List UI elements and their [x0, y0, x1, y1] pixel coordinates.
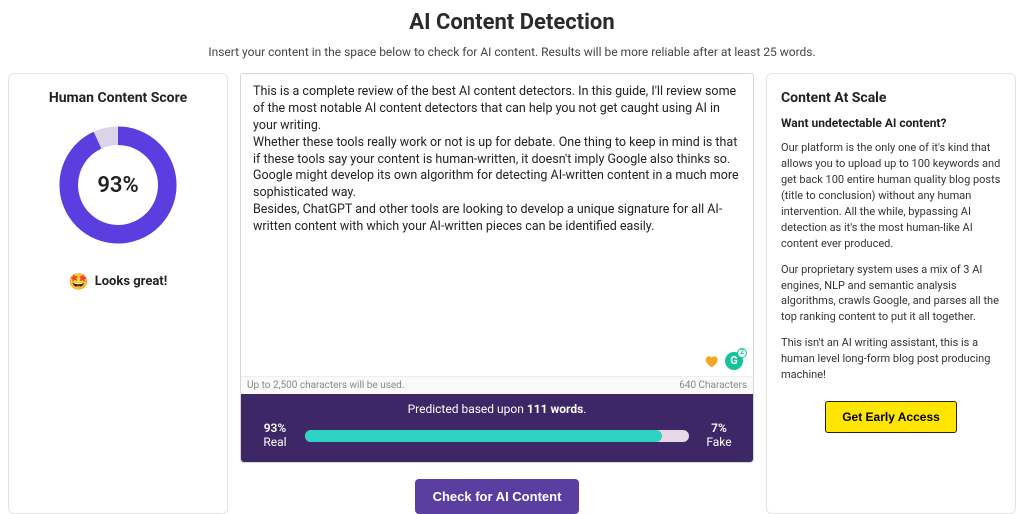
score-card-title: Human Content Score	[23, 90, 213, 106]
editor-paragraph: Whether these tools really work or not i…	[253, 135, 741, 203]
score-card: Human Content Score 93% 🤩 Looks great!	[8, 73, 228, 514]
predicted-line: Predicted based upon 111 words.	[255, 402, 739, 416]
promo-title: Content At Scale	[781, 90, 1001, 106]
fake-label: 7% Fake	[699, 422, 739, 450]
score-status-text: Looks great!	[95, 274, 168, 289]
page-title: AI Content Detection	[409, 10, 614, 35]
char-count: 640 Characters	[679, 380, 747, 391]
predicted-word-count: 111 words	[527, 402, 583, 416]
promo-subtitle: Want undetectable AI content?	[781, 116, 1001, 130]
result-bar: Predicted based upon 111 words. 93% Real…	[241, 394, 753, 462]
editor-paragraph: Besides, ChatGPT and other tools are loo…	[253, 202, 741, 236]
grammarly-badge: 2	[737, 348, 747, 358]
main-panel: This is a complete review of the best AI…	[240, 73, 754, 514]
star-struck-emoji-icon: 🤩	[69, 272, 89, 291]
promo-paragraph: This isn't an AI writing assistant, this…	[781, 335, 1001, 383]
promo-paragraph: Our platform is the only one of it's kin…	[781, 140, 1001, 252]
real-label: 93% Real	[255, 422, 295, 450]
early-access-button[interactable]: Get Early Access	[825, 401, 957, 433]
score-donut: 93%	[53, 120, 183, 250]
fake-percent: 7%	[699, 422, 739, 436]
promo-paragraph: Our proprietary system uses a mix of 3 A…	[781, 262, 1001, 326]
grammarly-icon[interactable]: G 2	[725, 352, 743, 370]
confidence-bar-fill	[305, 430, 662, 442]
editor: This is a complete review of the best AI…	[240, 73, 754, 463]
real-percent: 93%	[255, 422, 295, 436]
score-status: 🤩 Looks great!	[23, 272, 213, 291]
confidence-bar	[305, 430, 689, 442]
heart-icon[interactable]	[703, 353, 719, 369]
editor-paragraph: This is a complete review of the best AI…	[253, 84, 741, 135]
page-subtitle: Insert your content in the space below t…	[208, 45, 815, 59]
score-percent: 93%	[53, 120, 183, 250]
predicted-suffix: .	[583, 402, 586, 416]
promo-card: Content At Scale Want undetectable AI co…	[766, 73, 1016, 514]
fake-text: Fake	[699, 436, 739, 450]
predicted-prefix: Predicted based upon	[408, 402, 527, 416]
editor-meta: Up to 2,500 characters will be used. 640…	[241, 376, 753, 394]
char-limit-note: Up to 2,500 characters will be used.	[247, 380, 404, 391]
real-text: Real	[255, 436, 295, 450]
content-textarea[interactable]: This is a complete review of the best AI…	[241, 74, 753, 376]
check-button[interactable]: Check for AI Content	[415, 479, 580, 514]
